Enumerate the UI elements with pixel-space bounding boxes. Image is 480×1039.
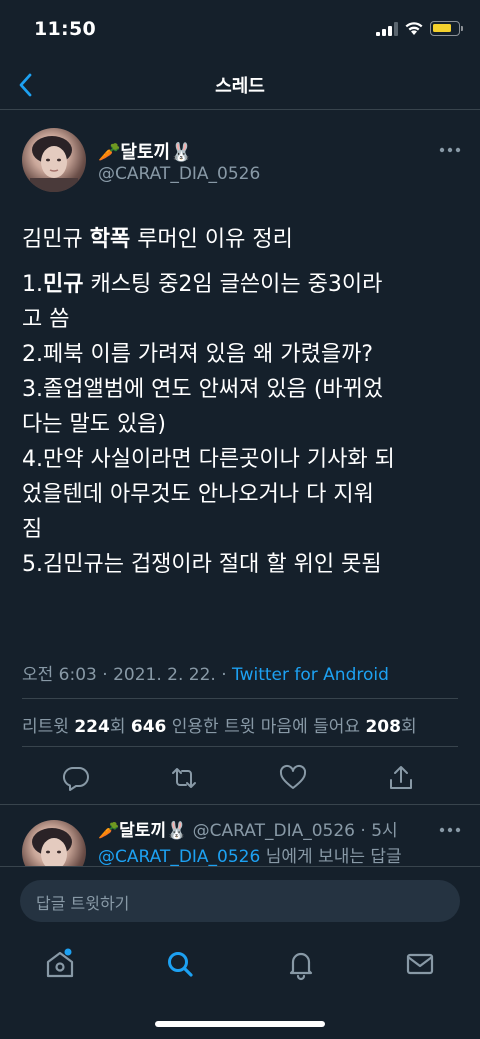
status-time: 11:50 [34,18,96,40]
display-name[interactable]: 🥕달토끼🐰 [98,138,193,164]
likes-suffix: 회 [400,717,417,737]
tweet-source-link[interactable]: Twitter for Android [232,665,389,685]
tweet-meta: 오전 6:03 · 2021. 2. 22. · Twitter for And… [22,660,389,685]
retweets-suffix: 회 [109,717,131,737]
reply-input[interactable]: 답글 트윗하기 [20,880,460,922]
tweet-paragraph: 김민규 학폭 루머인 이유 정리 [22,222,462,257]
page-title: 스레드 [215,76,265,97]
notifications-icon[interactable] [283,946,319,982]
battery-icon [430,21,463,36]
tweet-paragraph: 3.졸업앨범에 연도 안써져 있음 (바뀌었 다는 말도 있음) [22,372,462,442]
avatar[interactable] [22,128,86,192]
search-icon[interactable] [162,946,198,982]
tweet-paragraph: 2.페북 이름 가려져 있음 왜 가렸을까? [22,337,462,372]
retweets-label: 리트윗 [22,717,75,737]
tweet-paragraph: 1.민규 캐스팅 중2임 글쓴이는 중3이라 고 씀 [22,267,462,337]
tweet-text-segment: 1. [22,272,43,297]
like-icon[interactable] [278,763,308,793]
reply-to-suffix: 님에게 보내는 답글 [260,847,402,867]
tweet-text-segment: 5.김민규는 겁쟁이라 절대 할 위인 못됨 [22,552,382,577]
tweet-text-segment: 루머인 이유 정리 [130,227,293,252]
tweet-stats: 리트윗 224회 646 인용한 트윗 마음에 들어요 208회 [22,712,417,737]
home-icon[interactable] [42,946,78,982]
tweet-paragraph: 5.김민규는 겁쟁이라 절대 할 위인 못됨 [22,547,462,582]
tweet-text-segment: 2.페북 이름 가려져 있음 왜 가렸을까? [22,342,373,367]
messages-icon[interactable] [402,946,438,982]
status-bar: 11:50 [0,0,480,60]
tweet-text-segment: 김민규 [22,227,90,252]
wifi-icon [405,22,423,35]
reply-to-line: @CARAT_DIA_0526 님에게 보내는 답글 [98,842,402,867]
divider [22,698,458,699]
nav-bar: 스레드 [0,62,480,110]
tweet-paragraph: 4.만약 사실이라면 다른곳이나 기사화 되 었을텐데 아무것도 안나오거나 다… [22,442,462,547]
tweet-bold-text: 학폭 [89,227,131,252]
divider [22,746,458,747]
reply-handle-time: @CARAT_DIA_0526 · 5시 [187,821,398,841]
tweet-text-segment: 3.졸업앨범에 연도 안써져 있음 (바뀌었 다는 말도 있음) [22,377,384,437]
tweet-timestamp: 오전 6:03 · 2021. 2. 22. · [22,665,233,685]
more-icon[interactable] [436,144,464,156]
reply-icon[interactable] [61,763,91,793]
user-handle[interactable]: @CARAT_DIA_0526 [98,164,260,184]
back-icon[interactable] [12,70,42,100]
quotes-label: 인용한 트윗 [166,717,261,737]
home-indicator [155,1021,325,1027]
tweet-text: 김민규 학폭 루머인 이유 정리 1.민규 캐스팅 중2임 글쓴이는 중3이라 … [22,222,462,582]
like-count[interactable]: 208 [365,717,401,737]
tweet-bold-text: 민규 [43,272,84,297]
reply-header: 🥕달토끼🐰 @CARAT_DIA_0526 · 5시 [98,816,398,841]
cellular-signal-icon [376,22,398,36]
divider [0,804,480,805]
share-icon[interactable] [386,763,416,793]
more-icon[interactable] [436,824,464,836]
likes-label: 마음에 들어요 [260,717,366,737]
reply-mention[interactable]: @CARAT_DIA_0526 [98,847,260,867]
tweet-text-segment: 4.만약 사실이라면 다른곳이나 기사화 되 었을텐데 아무것도 안나오거나 다… [22,447,395,542]
retweet-icon[interactable] [169,763,199,793]
quote-count[interactable]: 646 [131,717,167,737]
reply-display-name[interactable]: 🥕달토끼🐰 [98,821,187,841]
retweet-count[interactable]: 224 [74,717,110,737]
